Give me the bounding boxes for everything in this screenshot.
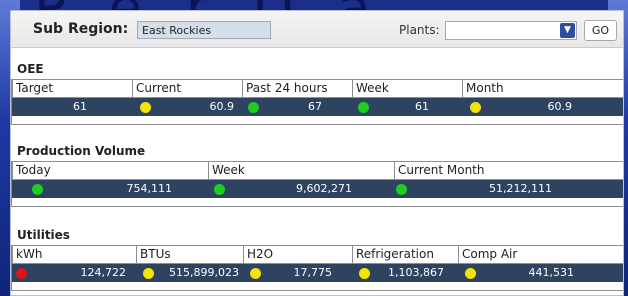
oee-header-target: Target <box>12 80 132 97</box>
green-status-icon <box>214 184 225 195</box>
oee-header-week: Week <box>352 80 462 97</box>
production-header-today: Today <box>12 162 208 179</box>
yellow-status-icon <box>140 102 151 113</box>
utilities-header-comp-air: Comp Air <box>458 246 624 263</box>
production-value-row: 754,111 9,602,271 51,212,111 <box>12 180 623 198</box>
production-month-value: 51,212,111 <box>489 182 552 195</box>
utilities-header-row: kWh BTUs H2O Refrigeration Comp Air <box>12 245 623 264</box>
utilities-title: Utilities <box>17 228 70 242</box>
oee-spacer-row <box>12 116 623 125</box>
oee-week-value: 61 <box>415 100 429 113</box>
oee-target-value: 61 <box>73 100 87 113</box>
green-status-icon <box>358 102 369 113</box>
sub-region-label: Sub Region: <box>33 21 129 37</box>
oee-header-row: Target Current Past 24 hours Week Month <box>12 79 623 98</box>
production-week-value: 9,602,271 <box>296 182 352 195</box>
go-button[interactable]: GO <box>584 20 617 41</box>
dashboard-panel: Sub Region: East Rockies Plants: ▼ GO OE… <box>10 10 624 296</box>
oee-title: OEE <box>17 62 44 76</box>
filter-bar: Sub Region: East Rockies Plants: ▼ GO <box>11 11 623 48</box>
utilities-comp-air-value: 441,531 <box>528 266 575 279</box>
production-spacer-row <box>12 198 623 207</box>
utilities-header-refrigeration: Refrigeration <box>352 246 458 263</box>
oee-header-current: Current <box>132 80 242 97</box>
green-status-icon <box>396 184 407 195</box>
plants-select[interactable]: ▼ <box>445 21 577 40</box>
yellow-status-icon <box>250 268 261 279</box>
yellow-status-icon <box>143 268 154 279</box>
oee-current-value: 60.9 <box>209 100 235 113</box>
oee-value-row: 61 60.9 67 61 60.9 <box>12 98 623 116</box>
production-header-month: Current Month <box>394 162 624 179</box>
production-title: Production Volume <box>17 144 146 158</box>
production-today-value: 754,111 <box>126 182 173 195</box>
yellow-status-icon <box>359 268 370 279</box>
oee-header-month: Month <box>462 80 624 97</box>
yellow-status-icon <box>470 102 481 113</box>
utilities-refrigeration-value: 1,103,867 <box>388 266 444 279</box>
sub-region-field[interactable]: East Rockies <box>137 21 271 39</box>
utilities-header-btus: BTUs <box>136 246 243 263</box>
production-header-row: Today Week Current Month <box>12 161 623 180</box>
production-table: Today Week Current Month 754,111 9,602,2… <box>11 161 623 207</box>
oee-month-value: 60.9 <box>547 100 573 113</box>
production-header-week: Week <box>208 162 394 179</box>
utilities-header-kwh: kWh <box>12 246 136 263</box>
yellow-status-icon <box>465 268 476 279</box>
utilities-h2o-value: 17,775 <box>293 266 333 279</box>
utilities-table: kWh BTUs H2O Refrigeration Comp Air 124,… <box>11 245 623 291</box>
oee-table: Target Current Past 24 hours Week Month … <box>11 79 623 125</box>
utilities-value-row: 124,722 515,899,023 17,775 1,103,867 441… <box>12 264 623 282</box>
oee-header-past24: Past 24 hours <box>242 80 352 97</box>
utilities-kwh-value: 124,722 <box>80 266 127 279</box>
oee-past24-value: 67 <box>308 100 322 113</box>
utilities-btus-value: 515,899,023 <box>169 266 239 279</box>
utilities-spacer-row <box>12 282 623 291</box>
red-status-icon <box>16 268 27 279</box>
green-status-icon <box>248 102 259 113</box>
plants-label: Plants: <box>399 23 440 37</box>
chevron-down-icon[interactable]: ▼ <box>560 23 575 38</box>
utilities-header-h2o: H2O <box>243 246 352 263</box>
green-status-icon <box>32 184 43 195</box>
